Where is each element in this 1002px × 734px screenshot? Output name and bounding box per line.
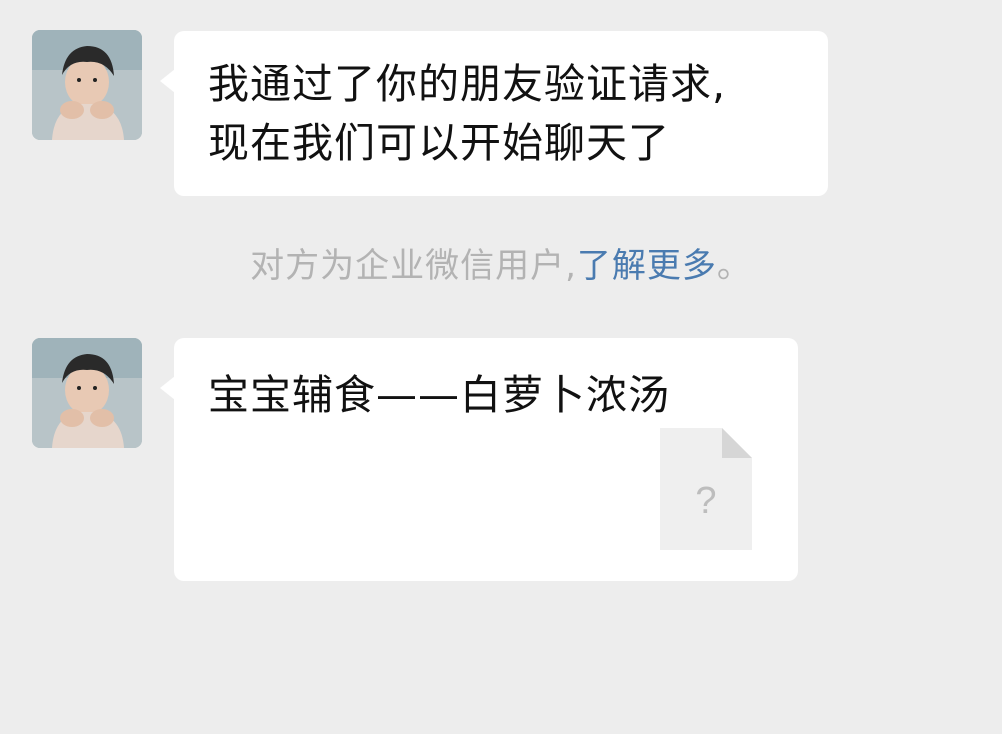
message-text-line: 我通过了你的朋友验证请求,	[208, 60, 727, 108]
avatar-photo-icon	[32, 338, 142, 448]
link-card-bubble[interactable]: 宝宝辅食——白萝卜浓汤 ?	[160, 338, 798, 581]
system-notice: 对方为企业微信用户,了解更多。	[0, 238, 1002, 287]
avatar[interactable]	[32, 338, 142, 448]
file-unknown-icon: ?	[660, 428, 752, 550]
avatar-photo-icon	[32, 30, 142, 140]
avatar[interactable]	[32, 30, 142, 140]
message-bubble[interactable]: 我通过了你的朋友验证请求, 现在我们可以开始聊天了	[160, 31, 828, 196]
system-notice-suffix: 。	[716, 246, 752, 286]
message-text-line: 现在我们可以开始聊天了	[208, 119, 670, 167]
learn-more-link[interactable]: 了解更多	[577, 246, 717, 286]
link-card-title: 宝宝辅食——白萝卜浓汤	[208, 371, 670, 419]
file-question-mark: ?	[695, 480, 717, 522]
system-notice-text: 对方为企业微信用户,	[250, 246, 577, 286]
